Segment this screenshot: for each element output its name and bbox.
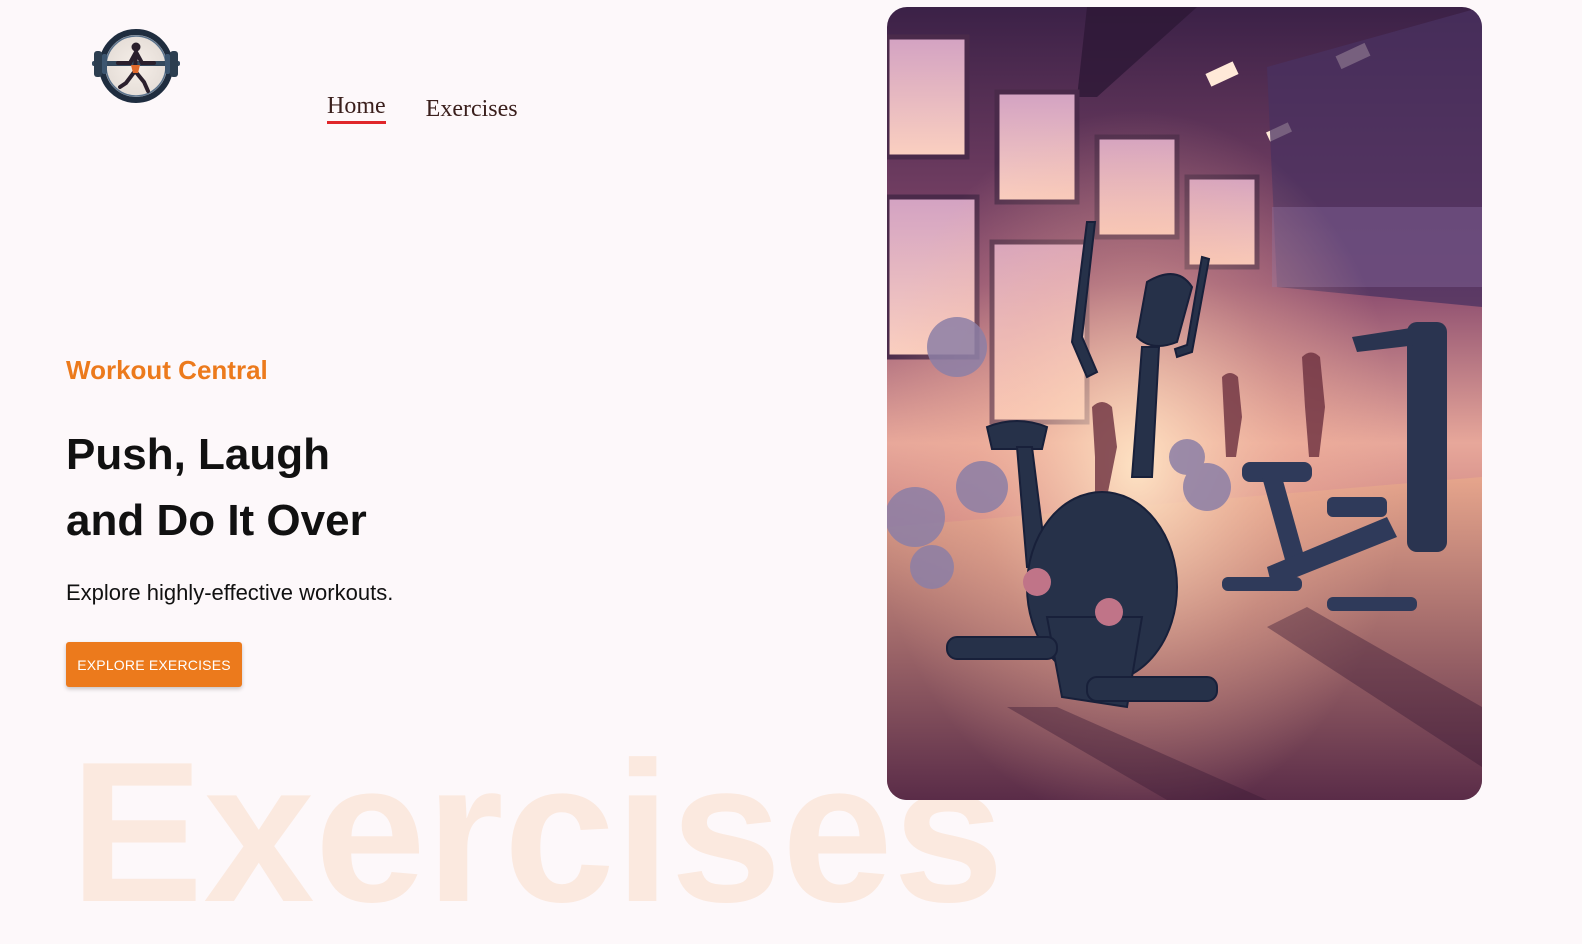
brand-logo-icon[interactable] [90,27,182,105]
hero-eyebrow: Workout Central [66,355,268,385]
hero-image [887,7,1482,800]
hero-eyebrow-wrap: Workout Central [66,355,268,386]
hero-headline: Push, Laugh and Do It Over [66,422,367,554]
explore-exercises-button[interactable]: EXPLORE EXERCISES [66,642,242,687]
background-watermark-text: Exercises [70,721,1005,944]
hero-headline-line1: Push, Laugh [66,430,330,479]
hero-subhead: Explore highly-effective workouts. [66,580,394,605]
nav-exercises-link[interactable]: Exercises [426,96,518,124]
main-nav: Home Exercises [327,93,518,124]
gym-illustration-icon [887,7,1482,800]
nav-home-link[interactable]: Home [327,93,386,124]
hero-headline-line2: and Do It Over [66,496,367,545]
